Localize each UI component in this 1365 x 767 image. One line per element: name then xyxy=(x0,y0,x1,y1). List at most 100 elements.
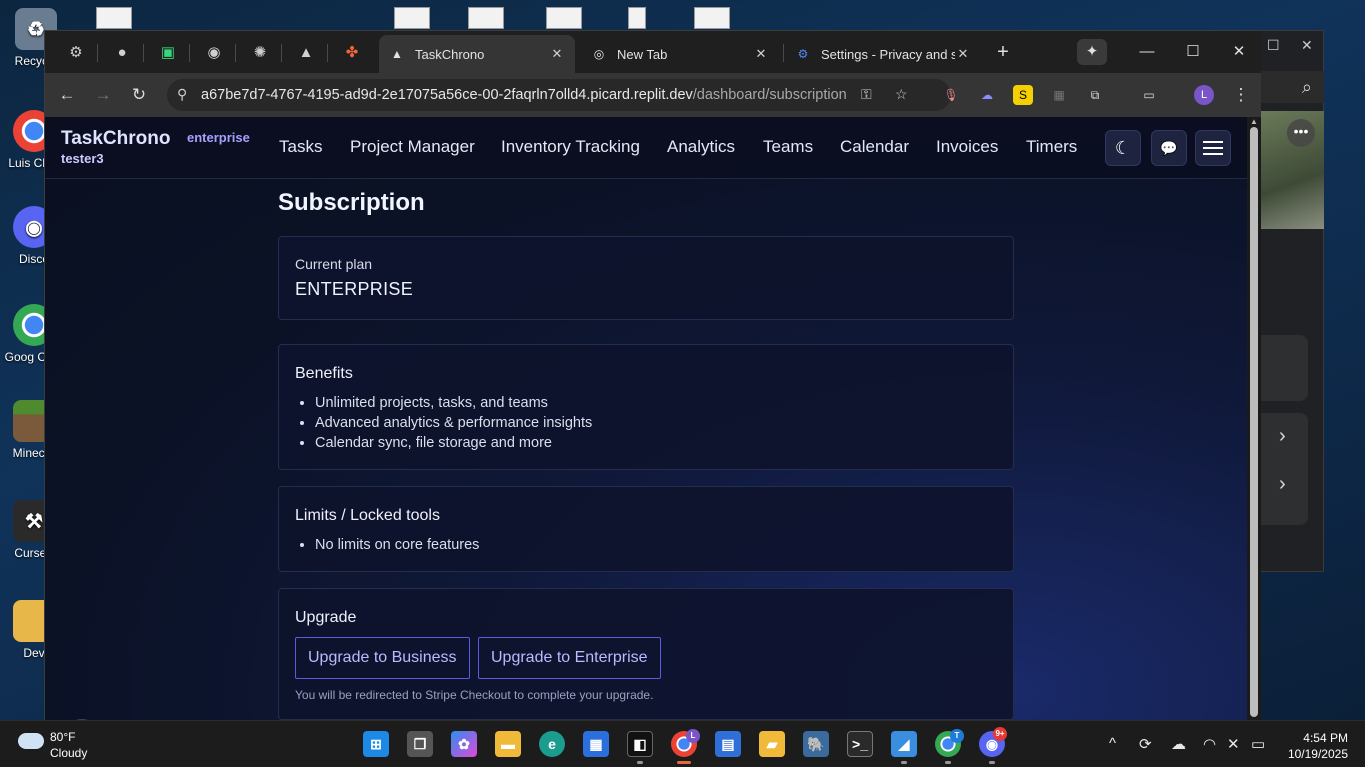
address-bar[interactable]: ⚲ a67be7d7-4767-4195-ad9d-2e17075a56ce-0… xyxy=(167,79,951,111)
close-icon[interactable]: ✕ xyxy=(753,46,769,62)
sync-icon[interactable]: ⟳ xyxy=(1139,735,1152,753)
benefits-heading: Benefits xyxy=(295,365,353,382)
url-host: a67be7d7-4767-4195-ad9d-2e17075a56ce-00-… xyxy=(201,87,693,103)
weather-temperature[interactable]: 80°F xyxy=(50,730,75,744)
extension-capture-icon[interactable]: ▦ xyxy=(1049,85,1069,105)
hamburger-menu-button[interactable] xyxy=(1195,130,1231,166)
nav-link-teams[interactable]: Teams xyxy=(763,137,813,157)
copilot-icon: ✿ xyxy=(458,735,470,752)
pinned-tab-circle[interactable]: ◉ xyxy=(199,39,229,65)
nav-link-timers[interactable]: Timers xyxy=(1026,137,1077,157)
terminal-app[interactable]: >_ xyxy=(847,731,873,757)
tab-new-tab[interactable]: ◎ New Tab ✕ xyxy=(581,35,779,73)
extensions-puzzle-icon[interactable]: ⧉ xyxy=(1085,85,1105,105)
desktop-file-icon[interactable] xyxy=(468,7,504,29)
extension-mic-icon[interactable]: 🎙 xyxy=(941,85,961,105)
desktop-file-icon[interactable] xyxy=(546,7,582,29)
pinned-tab-replit[interactable]: ✤ xyxy=(337,39,367,65)
site-info-icon[interactable]: ⚲ xyxy=(177,86,187,103)
clock-date[interactable]: 10/19/2025 xyxy=(1286,747,1348,761)
browser-window: ⚙ ● ▣ ◉ ✺ ▲ ✤ ▲ TaskChrono ✕ ◎ New Tab ✕… xyxy=(44,30,1261,721)
bookmark-star-icon[interactable]: ☆ xyxy=(895,86,908,103)
taskbar: 80°F Cloudy ⊞ ❐ ✿ ▬ e ▦ ◧ L ▤ ▰ 🐘 >_ ◢ T… xyxy=(0,720,1365,767)
notepad-app[interactable]: ▤ xyxy=(715,731,741,757)
theme-toggle-button[interactable]: ☾ xyxy=(1105,130,1141,166)
terminal-cube-app[interactable]: ◧ xyxy=(627,731,653,757)
file-explorer-app[interactable]: ▬ xyxy=(495,731,521,757)
pinned-tab-settings[interactable]: ⚙ xyxy=(61,39,91,65)
scrollbar-thumb[interactable] xyxy=(1250,127,1258,717)
cloud-icon[interactable] xyxy=(18,733,44,749)
battery-icon[interactable]: ▭ xyxy=(1251,735,1265,753)
tab-separator xyxy=(235,44,236,62)
reload-button[interactable]: ↻ xyxy=(125,81,153,109)
task-view-button[interactable]: ❐ xyxy=(407,731,433,757)
pinned-tab-app[interactable]: ▣ xyxy=(153,39,183,65)
tab-search-icon[interactable]: ▭ xyxy=(1139,85,1159,105)
speaker-muted-icon[interactable]: ✕ xyxy=(1227,735,1240,753)
tab-settings[interactable]: ⚙ Settings - Privacy and se ✕ xyxy=(785,35,981,73)
minimize-button[interactable]: — xyxy=(1127,39,1167,65)
limits-card: Limits / Locked tools No limits on core … xyxy=(278,486,1014,572)
edge-app[interactable]: e xyxy=(539,731,565,757)
app-brand[interactable]: TaskChrono xyxy=(61,128,170,150)
chevron-up-icon[interactable]: ^ xyxy=(1109,735,1116,752)
forward-button[interactable]: → xyxy=(89,81,117,109)
desktop-file-icon[interactable] xyxy=(628,7,646,29)
weather-condition[interactable]: Cloudy xyxy=(50,746,87,760)
pinned-tab-github[interactable]: ● xyxy=(107,39,137,65)
store-app[interactable]: ▦ xyxy=(583,731,609,757)
photos-app[interactable]: ◢ xyxy=(891,731,917,757)
gear-icon: ⚙ xyxy=(69,44,83,61)
username: tester3 xyxy=(61,151,104,166)
profile-avatar[interactable]: L xyxy=(1194,85,1214,105)
nav-link-tasks[interactable]: Tasks xyxy=(279,137,322,157)
edge-icon: e xyxy=(548,736,556,752)
nav-link-inventory-tracking[interactable]: Inventory Tracking xyxy=(501,137,640,157)
upgrade-to-business-button[interactable]: Upgrade to Business xyxy=(295,637,470,679)
pinned-tab-openai[interactable]: ✺ xyxy=(245,39,275,65)
close-icon[interactable]: ✕ xyxy=(1301,37,1313,54)
clock-time[interactable]: 4:54 PM xyxy=(1300,731,1348,745)
upgrade-to-enterprise-button[interactable]: Upgrade to Enterprise xyxy=(478,637,661,679)
wifi-icon[interactable]: ◠ xyxy=(1203,735,1216,753)
background-window[interactable]: ☐ ✕ ⌕ ••• › › xyxy=(1258,30,1324,572)
chat-button[interactable]: 💬 xyxy=(1151,130,1187,166)
desktop-file-icon[interactable] xyxy=(394,7,430,29)
pinned-tab-vercel[interactable]: ▲ xyxy=(291,39,321,65)
back-button[interactable]: ← xyxy=(53,81,81,109)
extension-s-icon[interactable]: S xyxy=(1013,85,1033,105)
nav-link-project-manager[interactable]: Project Manager xyxy=(350,137,475,157)
chevron-right-icon[interactable]: › xyxy=(1279,473,1286,496)
desktop-file-icon[interactable] xyxy=(96,7,132,29)
close-window-button[interactable]: ✕ xyxy=(1219,39,1259,65)
nav-link-invoices[interactable]: Invoices xyxy=(936,137,998,157)
scroll-up-icon[interactable]: ▲ xyxy=(1250,117,1258,126)
more-options-icon[interactable]: ••• xyxy=(1287,119,1315,147)
browser-menu-button[interactable]: ⋮ xyxy=(1227,81,1255,109)
key-icon[interactable]: ⚿ xyxy=(861,86,872,103)
tab-title: Settings - Privacy and se xyxy=(821,46,955,62)
postgres-app[interactable]: 🐘 xyxy=(803,731,829,757)
page-scrollbar[interactable]: ▲ xyxy=(1247,117,1261,721)
start-button[interactable]: ⊞ xyxy=(363,731,389,757)
photos-icon: ◢ xyxy=(898,735,910,752)
tab-taskchrono[interactable]: ▲ TaskChrono ✕ xyxy=(379,35,575,73)
close-icon[interactable]: ✕ xyxy=(549,46,565,62)
nav-link-calendar[interactable]: Calendar xyxy=(840,137,909,157)
chevron-right-icon[interactable]: › xyxy=(1279,425,1286,448)
onedrive-icon[interactable]: ☁ xyxy=(1171,735,1186,753)
desktop-file-icon[interactable] xyxy=(694,7,730,29)
extension-ghost-icon[interactable]: ☁ xyxy=(977,85,997,105)
files-app[interactable]: ▰ xyxy=(759,731,785,757)
chrome-icon: ◎ xyxy=(593,47,605,61)
new-tab-button[interactable]: + xyxy=(983,39,1023,65)
nav-link-analytics[interactable]: Analytics xyxy=(667,137,735,157)
app-icon: ▣ xyxy=(160,44,176,61)
maximize-button[interactable]: ☐ xyxy=(1173,39,1213,65)
copilot-app[interactable]: ✿ xyxy=(451,731,477,757)
close-icon[interactable]: ✕ xyxy=(955,46,971,62)
gemini-button[interactable]: ✦ xyxy=(1077,39,1107,65)
maximize-icon[interactable]: ☐ xyxy=(1267,37,1280,54)
search-icon[interactable]: ⌕ xyxy=(1260,71,1324,103)
